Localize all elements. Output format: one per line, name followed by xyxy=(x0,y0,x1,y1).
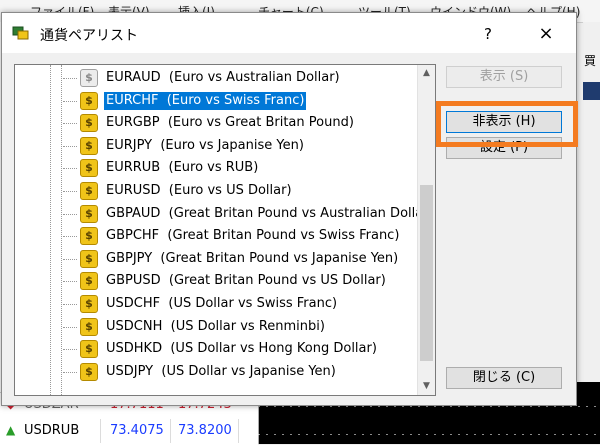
symbol-list-item[interactable]: $ USDHKD (US Dollar vs Hong Kong Dollar) xyxy=(63,339,403,359)
dollar-coin-icon: $ xyxy=(80,272,98,290)
tree-connector xyxy=(63,372,77,373)
symbol-label: USDJPY (US Dollar vs Japanise Yen) xyxy=(106,364,336,379)
close-dialog-button[interactable]: 閉じる (C) xyxy=(446,367,562,389)
symbol-label: GBPJPY (Great Britan Pound vs Japanise Y… xyxy=(106,251,399,266)
symbol-list-item[interactable]: $ GBPCHF (Great Britan Pound vs Swiss Fra… xyxy=(63,226,403,246)
tree-connector xyxy=(63,78,77,79)
symbol-list-item[interactable]: $ EURRUB (Euro vs RUB) xyxy=(63,158,403,178)
symbol-label: GBPUSD (Great Britan Pound vs US Dollar) xyxy=(106,273,386,288)
highlight-frame xyxy=(436,101,578,147)
symbols-dialog: 通貨ペアリスト ? × $ EURAUD (Euro vs Australian … xyxy=(1,12,578,406)
dollar-coin-icon: $ xyxy=(80,114,98,132)
up-arrow-icon: ▲ xyxy=(6,423,16,437)
close-icon[interactable]: × xyxy=(526,21,566,47)
dialog-title: 通貨ペアリスト xyxy=(40,28,138,44)
symbol-list-item[interactable]: $ EURGBP (Euro vs Great Britan Pound) xyxy=(63,113,403,133)
symbol-label: EURGBP (Euro vs Great Britan Pound) xyxy=(106,115,354,130)
quote-symbol: USDRUB xyxy=(24,423,80,438)
symbol-list-item[interactable]: $ GBPUSD (Great Britan Pound vs US Dollar… xyxy=(63,271,403,291)
dollar-coin-icon: $ xyxy=(80,250,98,268)
tree-connector xyxy=(63,123,77,124)
tree-connector xyxy=(63,259,77,260)
symbol-label: USDHKD (US Dollar vs Hong Kong Dollar) xyxy=(106,341,377,356)
dollar-coin-icon: $ xyxy=(80,295,98,313)
scroll-up-arrow-icon[interactable]: ▲ xyxy=(418,65,435,82)
dollar-coin-icon: $ xyxy=(80,137,98,155)
symbol-label: GBPAUD (Great Britan Pound vs Australian… xyxy=(106,206,434,221)
symbol-list-item[interactable]: $ USDJPY (US Dollar vs Japanise Yen) xyxy=(63,362,403,382)
symbol-label: EURCHF (Euro vs Swiss Franc) xyxy=(104,92,307,110)
dollar-coin-icon: $ xyxy=(80,159,98,177)
currency-pair-icon xyxy=(12,26,29,40)
quote-bid: 73.4075 xyxy=(110,423,164,438)
dialog-titlebar[interactable]: 通貨ペアリスト ? × xyxy=(2,13,576,53)
right-toolbar-strip: 買 xyxy=(583,22,600,444)
tree-guide-line xyxy=(61,65,62,395)
show-button[interactable]: 表示 (S) xyxy=(446,66,562,88)
dollar-coin-icon: $ xyxy=(80,227,98,245)
dollar-coin-icon: $ xyxy=(80,340,98,358)
scroll-down-arrow-icon[interactable]: ▼ xyxy=(418,378,435,395)
symbol-label: EURRUB (Euro vs RUB) xyxy=(106,160,259,175)
help-button[interactable]: ? xyxy=(472,21,504,47)
symbol-list-item[interactable]: $ EURAUD (Euro vs Australian Dollar) xyxy=(63,68,403,88)
tree-connector xyxy=(63,101,77,102)
symbol-label: EURJPY (Euro vs Japanise Yen) xyxy=(106,138,304,153)
symbol-label: EURAUD (Euro vs Australian Dollar) xyxy=(106,70,340,85)
tree-connector xyxy=(63,304,77,305)
tree-connector xyxy=(63,146,77,147)
cell-divider xyxy=(238,419,239,443)
symbol-list-item[interactable]: $ EURUSD (Euro vs US Dollar) xyxy=(63,181,403,201)
symbol-tree-list[interactable]: $ EURAUD (Euro vs Australian Dollar) $ EURC… xyxy=(14,64,436,396)
chart-grid-line xyxy=(258,434,600,435)
tree-connector xyxy=(63,281,77,282)
symbol-list-item[interactable]: $ EURCHF (Euro vs Swiss Franc) xyxy=(63,91,403,111)
symbol-list-item[interactable]: $ USDCHF (US Dollar vs Swiss Franc) xyxy=(63,294,403,314)
tree-connector xyxy=(63,168,77,169)
dollar-coin-icon: $ xyxy=(80,363,98,381)
dollar-coin-icon: $ xyxy=(80,205,98,223)
dollar-coin-icon: $ xyxy=(80,92,98,110)
scroll-thumb[interactable] xyxy=(420,185,433,361)
symbol-label: USDCNH (US Dollar vs Renminbi) xyxy=(106,319,325,334)
symbol-list-item[interactable]: $ USDCNH (US Dollar vs Renminbi) xyxy=(63,317,403,337)
symbol-label: EURUSD (Euro vs US Dollar) xyxy=(106,183,292,198)
tree-connector xyxy=(63,191,77,192)
hidden-symbol-icon: $ xyxy=(80,69,98,87)
symbol-label: GBPCHF (Great Britan Pound vs Swiss Fran… xyxy=(106,228,400,243)
quote-ask: 73.8200 xyxy=(178,423,232,438)
symbol-list-item[interactable]: $ GBPAUD (Great Britan Pound vs Australia… xyxy=(63,204,434,224)
cell-divider xyxy=(170,419,171,443)
quote-row[interactable]: ▲ USDRUB 73.4075 73.8200 xyxy=(0,419,258,443)
symbol-label: USDCHF (US Dollar vs Swiss Franc) xyxy=(106,296,338,311)
vertical-scrollbar[interactable]: ▲ ▼ xyxy=(417,65,435,395)
toolbar-block xyxy=(583,82,600,100)
dollar-coin-icon: $ xyxy=(80,182,98,200)
cell-divider xyxy=(100,419,101,443)
tree-connector xyxy=(63,236,77,237)
tree-connector xyxy=(63,214,77,215)
symbol-list-item[interactable]: $ GBPJPY (Great Britan Pound vs Japanise … xyxy=(63,249,403,269)
tree-guide-line xyxy=(50,65,51,395)
dollar-coin-icon: $ xyxy=(80,318,98,336)
buy-label[interactable]: 買 xyxy=(584,52,596,69)
tree-connector xyxy=(63,349,77,350)
tree-connector xyxy=(63,327,77,328)
symbol-list-item[interactable]: $ EURJPY (Euro vs Japanise Yen) xyxy=(63,136,403,156)
